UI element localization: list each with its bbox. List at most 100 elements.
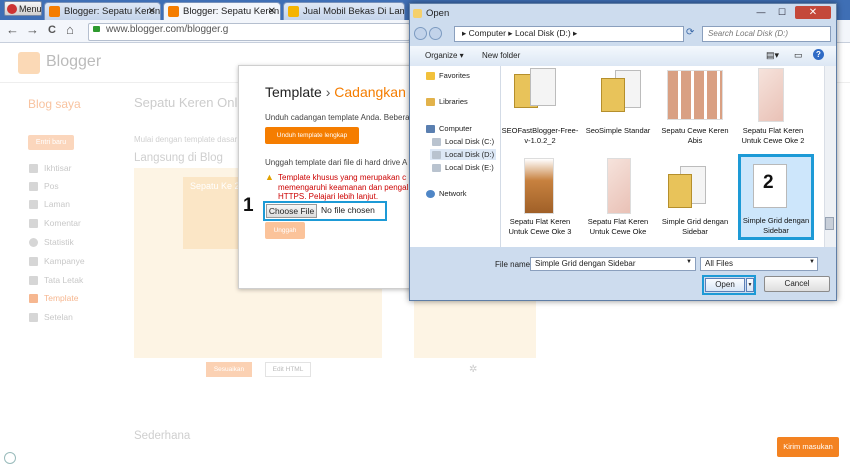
- mobile-template-preview: [414, 300, 536, 358]
- open-split-arrow[interactable]: ▼: [746, 278, 754, 292]
- tab-close-icon[interactable]: ✕: [148, 3, 156, 20]
- open-button[interactable]: Open: [705, 278, 745, 292]
- upload-text: Unggah template dari file di hard drive …: [265, 158, 408, 167]
- file-item[interactable]: SEOFastBlogger-Free-v-1.0.2_2: [500, 126, 580, 145]
- reload-icon[interactable]: C: [48, 24, 56, 36]
- blog-title: Sepatu Keren Onli: [134, 95, 241, 110]
- view-options-icon[interactable]: ▤▾: [766, 50, 779, 61]
- browser-menu-button[interactable]: Menu: [4, 1, 42, 16]
- status-icon: [4, 452, 16, 464]
- sidebar-item-kampanye[interactable]: Kampanye: [44, 256, 85, 266]
- template-intro-text: Mulai dengan template dasar: [134, 135, 238, 144]
- sidebar-item-tata-letak[interactable]: Tata Letak: [44, 275, 83, 285]
- file-item[interactable]: Sepatu Flat Keren Untuk Cewe Oke 2: [733, 126, 813, 145]
- drive-c-icon: [432, 138, 441, 146]
- posts-icon: [29, 182, 38, 191]
- tab-label: Jual Mobil Bekas Di Lamp: [303, 6, 405, 17]
- organize-menu[interactable]: Organize ▾: [425, 51, 464, 60]
- nav-item-local-disk-e[interactable]: Local Disk (E:): [445, 163, 494, 172]
- browser-tab-1[interactable]: Blogger: Sepatu Keren Onl ✕: [44, 2, 161, 20]
- file-item[interactable]: Sepatu Cewe Keren Abis: [655, 126, 735, 145]
- live-blog-heading: Langsung di Blog: [134, 152, 223, 164]
- gear-icon[interactable]: ✲: [469, 364, 477, 375]
- file-item[interactable]: SeoSimple Standar: [578, 126, 658, 136]
- nav-item-computer[interactable]: Computer: [439, 124, 472, 133]
- home-icon[interactable]: ⌂: [66, 22, 74, 37]
- preview-pane-icon[interactable]: ▭: [794, 50, 803, 61]
- download-text: Unduh cadangan template Anda. Bebera: [265, 113, 410, 122]
- home-icon: [29, 164, 38, 173]
- customize-button[interactable]: Sesuaikan: [206, 362, 252, 377]
- computer-icon: [426, 125, 435, 133]
- blogger-logo-icon: [18, 52, 40, 74]
- new-folder-button[interactable]: New folder: [482, 51, 520, 60]
- page-favicon-icon: [288, 6, 299, 17]
- maximize-icon[interactable]: ☐: [772, 6, 792, 19]
- file-item-selected[interactable]: Simple Grid dengan Sidebar: [736, 216, 816, 235]
- no-file-chosen-text: No file chosen: [321, 205, 375, 215]
- blog-saya-link[interactable]: Blog saya: [28, 97, 81, 111]
- sidebar-item-ikhtisar[interactable]: Ikhtisar: [44, 163, 71, 173]
- zip-archive-icon: [601, 78, 625, 112]
- browser-tab-3[interactable]: Jual Mobil Bekas Di Lamp: [283, 2, 405, 20]
- file-type-select[interactable]: All Files: [700, 257, 818, 271]
- cancel-button[interactable]: Cancel: [764, 276, 830, 292]
- nav-item-libraries[interactable]: Libraries: [439, 97, 468, 106]
- dialog-back-icon[interactable]: [414, 27, 427, 40]
- file-item[interactable]: Sepatu Flat Keren Untuk Cewe Oke: [578, 217, 658, 236]
- warning-text: Template khusus yang merupakan c memenga…: [278, 173, 408, 202]
- chevron-down-icon[interactable]: ▼: [809, 259, 815, 265]
- upload-button[interactable]: Unggah: [265, 222, 305, 239]
- warning-line: Template khusus yang merupakan c: [278, 173, 407, 182]
- opera-logo-icon: [7, 4, 17, 14]
- file-item[interactable]: Simple Grid dengan Sidebar: [655, 217, 735, 236]
- sidebar-item-komentar[interactable]: Komentar: [44, 218, 81, 228]
- shoe-grid-image-icon[interactable]: [667, 70, 723, 120]
- modal-title: Template › Cadangkan /: [265, 84, 414, 100]
- sidebar-item-template[interactable]: Template: [44, 293, 79, 303]
- minimize-icon[interactable]: —: [751, 6, 771, 19]
- dialog-forward-icon[interactable]: [429, 27, 442, 40]
- sidebar-item-pos[interactable]: Pos: [44, 181, 59, 191]
- sidebar-item-laman[interactable]: Laman: [44, 199, 70, 209]
- dialog-close-button[interactable]: ✕: [795, 6, 831, 19]
- shoe-image-icon[interactable]: [758, 68, 784, 122]
- tab-label: Blogger: Sepatu Keren Onl: [64, 6, 161, 17]
- help-icon[interactable]: ?: [813, 49, 824, 60]
- tab-close-icon[interactable]: ✕: [268, 3, 276, 20]
- forward-icon[interactable]: →: [26, 22, 39, 37]
- chevron-down-icon[interactable]: ▼: [686, 259, 692, 265]
- drive-d-icon: [432, 151, 441, 159]
- zip-archive-icon: [668, 174, 692, 208]
- blogger-favicon-icon: [49, 6, 60, 17]
- file-item[interactable]: Sepatu Flat Keren Untuk Cewe Oke 3: [500, 217, 580, 236]
- nav-item-local-disk-c[interactable]: Local Disk (C:): [445, 137, 494, 146]
- simple-section-heading: Sederhana: [134, 430, 191, 442]
- shoe-image-icon[interactable]: [607, 158, 631, 214]
- browser-tab-2[interactable]: Blogger: Sepatu Keren Onl ✕: [163, 2, 281, 20]
- file-name-input[interactable]: Simple Grid dengan Sidebar: [530, 257, 696, 271]
- nav-item-favorites[interactable]: Favorites: [439, 71, 470, 80]
- nav-item-local-disk-d[interactable]: Local Disk (D:): [445, 150, 494, 159]
- warning-line: memengaruhi keamanan dan pengal: [278, 182, 409, 192]
- stats-icon: [29, 238, 38, 247]
- sidebar-item-statistik[interactable]: Statistik: [44, 237, 74, 247]
- back-icon[interactable]: ←: [6, 22, 19, 37]
- brown-shoe-image-icon[interactable]: [524, 158, 554, 214]
- dialog-title: Open: [426, 8, 450, 19]
- edit-html-button[interactable]: Edit HTML: [265, 362, 311, 377]
- download-template-button[interactable]: Unduh template lengkap: [265, 127, 359, 144]
- search-placeholder: Search Local Disk (D:): [708, 29, 789, 38]
- scrollbar-thumb[interactable]: [825, 217, 834, 230]
- new-post-button[interactable]: Entri baru: [28, 135, 74, 150]
- refresh-icon[interactable]: ⟳: [686, 27, 694, 38]
- choose-file-button[interactable]: Choose File: [266, 204, 317, 218]
- blogger-brand: Blogger: [46, 53, 102, 70]
- sidebar-item-setelan[interactable]: Setelan: [44, 312, 73, 322]
- template-icon: [29, 294, 38, 303]
- nav-item-network[interactable]: Network: [439, 189, 467, 198]
- libraries-icon: [426, 98, 435, 106]
- pages-icon: [29, 200, 38, 209]
- send-feedback-button[interactable]: Kirim masukan: [777, 437, 839, 457]
- dialog-breadcrumb[interactable]: ▸ Computer ▸ Local Disk (D:) ▸: [462, 28, 577, 39]
